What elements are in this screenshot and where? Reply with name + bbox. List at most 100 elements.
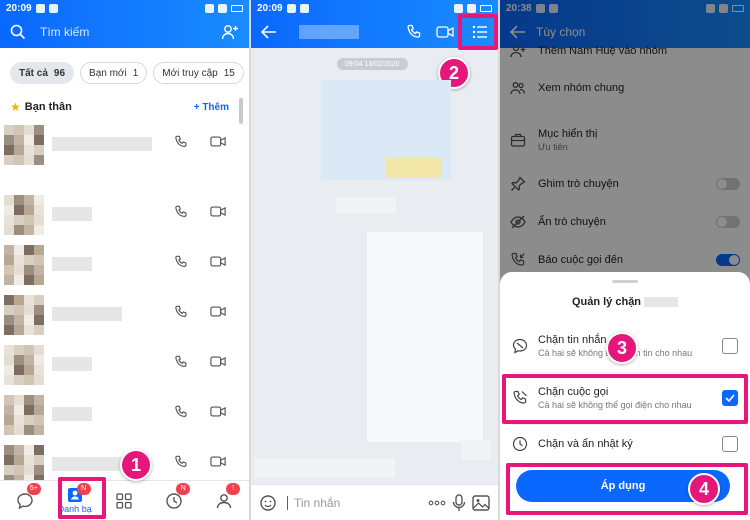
more-dots-icon[interactable] bbox=[428, 500, 446, 506]
contact-row[interactable] bbox=[4, 195, 240, 235]
chip-label: Bạn mới bbox=[89, 67, 127, 79]
microphone-icon[interactable] bbox=[452, 493, 466, 512]
contact-row[interactable] bbox=[4, 395, 240, 435]
message-bubble-blurred bbox=[336, 198, 396, 214]
phone-icon[interactable] bbox=[406, 24, 422, 40]
notification-icon bbox=[286, 3, 296, 13]
wifi-icon bbox=[454, 3, 463, 13]
bottom-nav: 5+ Danh bạ N N ! bbox=[0, 480, 249, 520]
video-call-icon[interactable] bbox=[210, 135, 226, 148]
option-label: Ghim trò chuyện bbox=[538, 178, 619, 190]
video-call-icon[interactable] bbox=[210, 405, 226, 418]
status-time: 20:38 bbox=[506, 2, 532, 14]
incoming-call-toggle[interactable] bbox=[716, 254, 740, 266]
contact-row[interactable] bbox=[4, 345, 240, 385]
nav-messages[interactable]: 5+ bbox=[5, 481, 45, 520]
chip-all[interactable]: Tất cả 96 bbox=[10, 62, 75, 84]
highlight-menu-button bbox=[458, 14, 498, 50]
chip-label: Tất cả bbox=[19, 67, 48, 79]
block-hide-timeline-checkbox[interactable] bbox=[722, 436, 738, 452]
nav-groups[interactable] bbox=[104, 481, 144, 520]
option-add-to-group[interactable]: Thêm Nam Huệ vào nhóm bbox=[500, 38, 750, 64]
phone-icon[interactable] bbox=[174, 355, 188, 369]
option-pin-chat[interactable]: Ghim trò chuyện bbox=[500, 166, 750, 202]
eye-off-icon bbox=[510, 215, 526, 229]
briefcase-icon bbox=[510, 133, 526, 147]
hide-chat-toggle[interactable] bbox=[716, 216, 740, 228]
back-arrow-icon[interactable] bbox=[261, 25, 277, 39]
avatar bbox=[4, 295, 44, 335]
avatar bbox=[4, 445, 44, 485]
group-add-icon bbox=[510, 44, 526, 58]
contact-name-blurred bbox=[52, 307, 122, 321]
block-messages-checkbox[interactable] bbox=[722, 338, 738, 354]
search-bar[interactable]: Tìm kiếm bbox=[0, 16, 249, 48]
option-hide-chat[interactable]: Ẩn trò chuyện bbox=[500, 204, 750, 240]
emoji-icon[interactable] bbox=[259, 494, 277, 512]
video-call-icon[interactable] bbox=[210, 355, 226, 368]
phone-icon[interactable] bbox=[174, 205, 188, 219]
video-call-icon[interactable] bbox=[210, 205, 226, 218]
message-bubble-blurred bbox=[255, 458, 395, 478]
status-time: 20:09 bbox=[257, 2, 283, 14]
avatar bbox=[4, 125, 44, 165]
highlight-contacts-tab bbox=[58, 477, 106, 519]
sheet-grabber[interactable] bbox=[612, 280, 638, 283]
app-icon bbox=[299, 3, 309, 13]
step-badge-3: 3 bbox=[606, 332, 638, 364]
chip-count: 1 bbox=[132, 67, 139, 79]
timeline-badge: N bbox=[176, 482, 191, 495]
nav-timeline[interactable]: N bbox=[154, 481, 194, 520]
option-label: Mục hiển thị bbox=[538, 128, 598, 140]
phone-icon[interactable] bbox=[174, 135, 188, 149]
chat-screen: 20:09 2 09:04 13/02/2020 Tin nhắn bbox=[251, 0, 498, 520]
message-bubble-blurred bbox=[386, 158, 442, 178]
phone-icon[interactable] bbox=[174, 255, 188, 269]
message-bubble-blurred bbox=[461, 440, 491, 460]
option-label: Báo cuộc gọi đến bbox=[538, 254, 624, 266]
chip-recent[interactable]: Mới truy cập 15 bbox=[153, 62, 244, 84]
contact-name-blurred bbox=[52, 137, 152, 151]
wifi-icon bbox=[205, 3, 214, 13]
contact-row[interactable] bbox=[4, 125, 240, 165]
contact-row[interactable] bbox=[4, 295, 240, 335]
highlight-block-calls bbox=[502, 374, 748, 424]
notification-icon bbox=[35, 3, 45, 13]
phone-icon[interactable] bbox=[174, 305, 188, 319]
video-call-icon[interactable] bbox=[210, 455, 226, 468]
option-sub: Ưu tiên bbox=[538, 142, 568, 152]
chip-label: Mới truy cập bbox=[162, 67, 218, 79]
chip-new-friends[interactable]: Bạn mới 1 bbox=[80, 62, 148, 84]
chip-count: 15 bbox=[223, 67, 235, 79]
step-badge-4: 4 bbox=[688, 473, 720, 505]
option-display-category[interactable]: Mục hiển thị Ưu tiên bbox=[500, 122, 750, 158]
pin-chat-toggle[interactable] bbox=[716, 178, 740, 190]
add-close-friend-link[interactable]: + Thêm bbox=[194, 102, 229, 113]
app-icon bbox=[48, 3, 58, 13]
app-icon bbox=[548, 3, 558, 13]
video-call-icon[interactable] bbox=[210, 305, 226, 318]
video-call-icon[interactable] bbox=[210, 255, 226, 268]
option-common-groups[interactable]: Xem nhóm chung bbox=[500, 70, 750, 106]
image-icon[interactable] bbox=[472, 494, 490, 511]
phone-icon[interactable] bbox=[174, 455, 188, 469]
notification-icon bbox=[535, 3, 545, 13]
chip-count: 96 bbox=[53, 67, 66, 79]
step-badge-1: 1 bbox=[120, 449, 152, 481]
nav-me[interactable]: ! bbox=[204, 481, 244, 520]
signal-icon bbox=[218, 3, 227, 13]
clock-block-icon bbox=[512, 436, 528, 452]
avatar bbox=[4, 395, 44, 435]
scrollbar[interactable] bbox=[239, 98, 243, 124]
contacts-screen: 20:09 Tìm kiếm Tất cả 96 Bạn mới 1 Mới tru… bbox=[0, 0, 249, 520]
phone-icon[interactable] bbox=[174, 405, 188, 419]
section-title: Bạn thân bbox=[24, 101, 72, 113]
back-arrow-icon[interactable] bbox=[510, 25, 526, 39]
contact-row[interactable] bbox=[4, 245, 240, 285]
message-input[interactable]: Tin nhắn bbox=[287, 495, 422, 510]
add-friend-icon[interactable] bbox=[221, 24, 239, 40]
block-hide-timeline-row[interactable]: Chặn và ẩn nhật ký bbox=[500, 424, 750, 464]
contact-name-blurred bbox=[299, 25, 359, 39]
search-input[interactable]: Tìm kiếm bbox=[40, 25, 89, 39]
video-call-icon[interactable] bbox=[436, 25, 454, 39]
